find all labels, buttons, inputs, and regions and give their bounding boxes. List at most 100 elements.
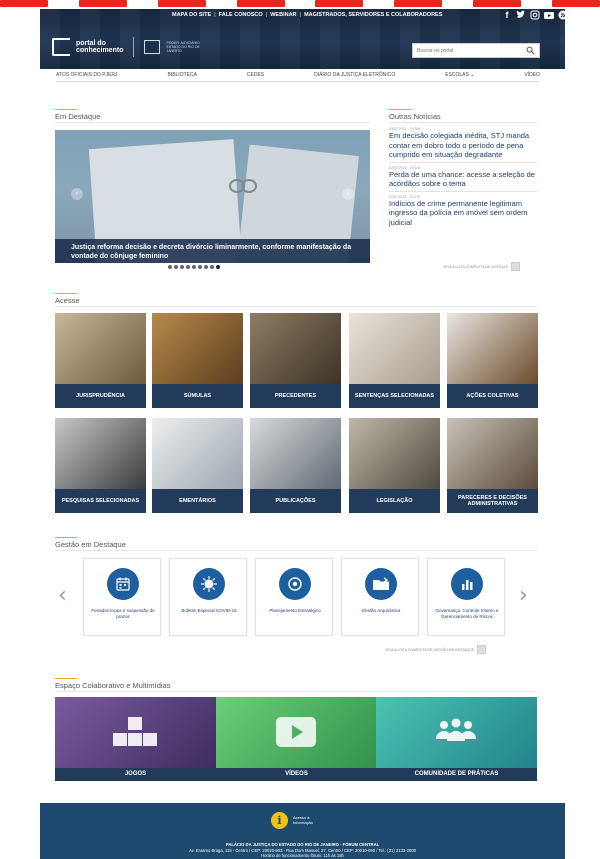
- gestao-card-label: Gestão Arquivística: [361, 608, 401, 613]
- featured-carousel[interactable]: ‹ › Justiça reforma decisão e decreta di…: [55, 130, 370, 263]
- carousel-dot[interactable]: [204, 265, 208, 269]
- gestao-prev-button[interactable]: ‹: [58, 585, 67, 607]
- access-tile[interactable]: PUBLICAÇÕES: [250, 418, 341, 513]
- section-title-destaque: Em Destaque: [55, 109, 101, 121]
- carousel-prev-button[interactable]: ‹: [71, 188, 83, 200]
- news-title[interactable]: Perda de uma chance: acesse a seleção de…: [389, 170, 537, 189]
- search-icon[interactable]: [526, 46, 535, 55]
- section-title-acesse: Acesse: [55, 293, 80, 305]
- instagram-icon[interactable]: [530, 10, 540, 20]
- access-tile-image: [349, 418, 440, 489]
- access-tile-label: SÚMULAS: [152, 384, 243, 408]
- access-tile-image: [250, 418, 341, 489]
- news-more-link[interactable]: VEJA A LISTA COMPLETA DE NOTÍCIAS: [443, 262, 520, 271]
- access-tile-label: PESQUISAS SELECIONADAS: [55, 489, 146, 513]
- utility-link-magistrados[interactable]: MAGISTRADOS, SERVIDORES E COLABORADORES: [304, 12, 442, 18]
- utility-link-mapa[interactable]: MAPA DO SITE: [172, 12, 211, 18]
- section-title-gestao: Gestão em Destaque: [55, 537, 126, 549]
- access-tile[interactable]: LEGISLAÇÃO: [349, 418, 440, 513]
- youtube-icon[interactable]: [544, 10, 554, 20]
- virus-icon: [193, 568, 225, 600]
- people-icon: [436, 718, 476, 741]
- media-tile-jogos[interactable]: JOGOS: [55, 697, 216, 781]
- carousel-dot[interactable]: [198, 265, 202, 269]
- media-label: COMUNIDADE DE PRÁTICAS: [376, 768, 537, 781]
- access-tile-image: [55, 313, 146, 384]
- access-tile[interactable]: SENTENÇAS SELECIONADAS: [349, 313, 440, 408]
- news-title[interactable]: Em decisão colegiada inédita, STJ manda …: [389, 131, 537, 160]
- access-tile[interactable]: PRECEDENTES: [250, 313, 341, 408]
- carousel-dot[interactable]: [168, 265, 172, 269]
- access-tile[interactable]: SÚMULAS: [152, 313, 243, 408]
- site-header: MAPA DO SITE | FALE CONOSCO | WEBINAR | MAG…: [40, 9, 565, 69]
- access-tile-label: LEGISLAÇÃO: [349, 489, 440, 513]
- carousel-dot[interactable]: [174, 265, 178, 269]
- access-tile-image: [152, 418, 243, 489]
- facebook-icon[interactable]: f: [502, 10, 512, 20]
- main-nav: ATOS OFICIAIS DO PJERJ BIBLIOTECA CEDES …: [56, 69, 540, 82]
- news-item[interactable]: 02/07/2021 - 19:31h Perda de uma chance:…: [389, 163, 537, 192]
- gestao-card[interactable]: Gestão Arquivística: [341, 558, 419, 636]
- gestao-card[interactable]: Boletim Especial COVID-19: [169, 558, 247, 636]
- list-icon: [510, 262, 520, 271]
- gestao-more-link[interactable]: VEJA A LISTA COMPLETA DE GESTÃO EM DESTA…: [385, 645, 487, 654]
- carousel-dots: [168, 265, 220, 269]
- bar-chart-icon: [451, 568, 483, 600]
- utility-link-fale[interactable]: FALE CONOSCO: [219, 12, 263, 18]
- pj-emblem: [144, 40, 161, 54]
- access-tile-image: [349, 313, 440, 384]
- access-tile-image: [55, 418, 146, 489]
- access-tile-image: [447, 418, 538, 489]
- calendar-icon: [107, 568, 139, 600]
- carousel-next-button[interactable]: ›: [342, 188, 354, 200]
- gestao-card-label: Governança, Controle Interno e Gerenciam…: [435, 608, 499, 619]
- nav-item-atos[interactable]: ATOS OFICIAIS DO PJERJ: [56, 72, 118, 78]
- site-footer: i Acesso à Informação PALÁCIO DA JUSTIÇA…: [40, 803, 565, 859]
- access-tile[interactable]: EMENTÁRIOS: [152, 418, 243, 513]
- carousel-caption[interactable]: Justiça reforma decisão e decreta divórc…: [55, 239, 370, 263]
- utility-link-webinar[interactable]: WEBINAR: [270, 12, 296, 18]
- access-tile-label: AÇÕES COLETIVAS: [447, 384, 538, 408]
- utility-nav: MAPA DO SITE | FALE CONOSCO | WEBINAR | MAG…: [172, 12, 443, 18]
- gestao-next-button[interactable]: ›: [519, 585, 528, 607]
- folder-icon: [365, 568, 397, 600]
- news-item[interactable]: 03/07/2021 - 15:30h Em decisão colegiada…: [389, 124, 537, 163]
- carousel-dot[interactable]: [210, 265, 214, 269]
- access-tile-label: PRECEDENTES: [250, 384, 341, 408]
- carousel-dot[interactable]: [186, 265, 190, 269]
- rss-icon[interactable]: [558, 10, 565, 20]
- nav-item-cedes[interactable]: CEDES: [247, 72, 264, 78]
- gestao-card-label: Planejamento Estratégico: [269, 608, 321, 613]
- blocks-icon: [113, 717, 157, 746]
- media-label: VÍDEOS: [216, 768, 377, 781]
- search-input[interactable]: [417, 46, 517, 56]
- access-tile[interactable]: AÇÕES COLETIVAS: [447, 313, 538, 408]
- carousel-dot[interactable]: [216, 265, 220, 269]
- nav-item-diario[interactable]: DIÁRIO DA JUSTIÇA ELETRÔNICO: [314, 72, 395, 78]
- access-tile-label: PARECERES E DECISÕES ADMINISTRATIVAS: [447, 489, 538, 513]
- access-tile[interactable]: PESQUISAS SELECIONADAS: [55, 418, 146, 513]
- nav-item-video[interactable]: VÍDEO: [524, 72, 540, 78]
- nav-item-biblioteca[interactable]: BIBLIOTECA: [167, 72, 196, 78]
- access-tile-image: [447, 313, 538, 384]
- gestao-card[interactable]: Governança, Controle Interno e Gerenciam…: [427, 558, 505, 636]
- carousel-dot[interactable]: [192, 265, 196, 269]
- gestao-card[interactable]: Planejamento Estratégico: [255, 558, 333, 636]
- info-icon[interactable]: i: [271, 812, 288, 829]
- access-tile[interactable]: PARECERES E DECISÕES ADMINISTRATIVAS: [447, 418, 538, 513]
- nav-item-escolas[interactable]: ESCOLAS ⌄: [445, 72, 474, 78]
- news-title[interactable]: Indícios de crime permanente legitimam i…: [389, 199, 537, 228]
- access-tile[interactable]: JURISPRUDÊNCIA: [55, 313, 146, 408]
- news-list: 03/07/2021 - 15:30h Em decisão colegiada…: [389, 124, 537, 229]
- media-tile-videos[interactable]: VÍDEOS: [216, 697, 377, 781]
- carousel-dot[interactable]: [180, 265, 184, 269]
- gestao-card-label: Boletim Especial COVID-19: [181, 608, 237, 613]
- news-item[interactable]: 02/07/2021 - 13:27h Indícios de crime pe…: [389, 192, 537, 230]
- gestao-card[interactable]: Feriados locais e suspensão de prazos: [83, 558, 161, 636]
- media-tile-comunidade[interactable]: COMUNIDADE DE PRÁTICAS: [376, 697, 537, 781]
- acesso-informacao-link[interactable]: Acesso à Informação: [293, 815, 333, 825]
- site-logo[interactable]: portal do conhecimento PODER JUDICIÁRIO …: [52, 37, 206, 57]
- chevron-down-icon: ⌄: [470, 72, 475, 78]
- twitter-icon[interactable]: [516, 10, 526, 20]
- footer-address: PALÁCIO DA JUSTIÇA DO ESTADO DO RIO DE J…: [189, 842, 416, 858]
